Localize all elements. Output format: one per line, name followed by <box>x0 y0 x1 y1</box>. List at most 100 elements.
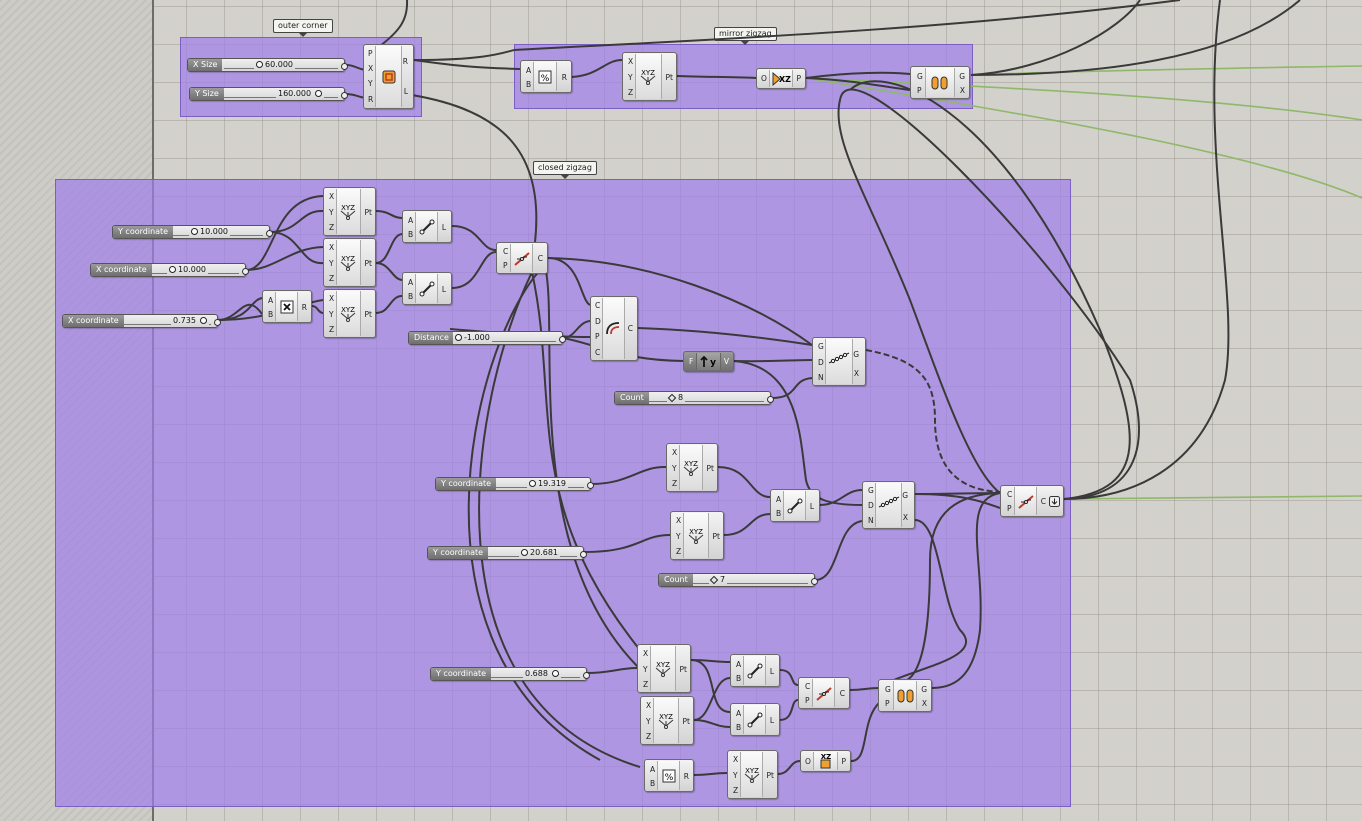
input-port-x[interactable]: X <box>329 192 334 201</box>
input-port-n[interactable]: N <box>818 373 824 382</box>
output-port-pt[interactable]: Pt <box>713 532 720 541</box>
input-port-a[interactable]: A <box>736 709 741 718</box>
count-slider-2[interactable]: Count 7 <box>658 573 818 587</box>
output-port-l[interactable]: L <box>442 285 446 294</box>
input-port-b[interactable]: B <box>736 723 741 732</box>
output-port-r[interactable]: R <box>403 57 408 66</box>
construct-point-component-5[interactable]: X Y Z XYZ Pt <box>670 511 724 560</box>
count-slider-1[interactable]: Count 8 <box>614 391 774 405</box>
input-port-o[interactable]: O <box>761 74 767 83</box>
slider-output-grip[interactable] <box>341 63 348 70</box>
output-port-c[interactable]: C <box>1041 497 1046 506</box>
input-port-x[interactable]: X <box>628 57 633 66</box>
output-port-l[interactable]: L <box>810 502 814 511</box>
input-port-p[interactable]: P <box>885 699 890 708</box>
input-port-c[interactable]: C <box>1007 490 1012 499</box>
input-port-y[interactable]: Y <box>329 208 334 217</box>
input-port-x[interactable]: X <box>676 516 681 525</box>
slider-knob-icon[interactable] <box>551 670 559 677</box>
y-coordinate-slider-2[interactable]: Y coordinate 19.319 <box>435 477 594 491</box>
slider-output-grip[interactable] <box>341 92 348 99</box>
input-port-b[interactable]: B <box>736 674 741 683</box>
input-port-z[interactable]: Z <box>672 479 677 488</box>
input-port-x[interactable]: X <box>329 294 334 303</box>
input-port-z[interactable]: Z <box>646 732 651 741</box>
input-port-b[interactable]: B <box>776 509 781 518</box>
input-port-b[interactable]: B <box>408 292 413 301</box>
line-component-3[interactable]: A B L <box>770 489 820 522</box>
line-component-2[interactable]: A B L <box>402 272 452 305</box>
slider-knob-icon[interactable] <box>191 228 198 235</box>
input-port-b[interactable]: B <box>650 779 655 788</box>
construct-point-component-1[interactable]: X Y Z XYZ Pt <box>323 187 376 236</box>
input-port-z[interactable]: Z <box>628 88 633 97</box>
slider-output-grip[interactable] <box>587 482 594 489</box>
division-component[interactable]: A B % R <box>520 60 572 93</box>
rectangle-component[interactable]: P X Y R R L <box>363 44 414 109</box>
input-port-c2[interactable]: C <box>595 348 600 357</box>
output-port-c[interactable]: C <box>538 254 543 263</box>
input-port-y[interactable]: Y <box>628 73 633 82</box>
input-port-a[interactable]: A <box>650 765 655 774</box>
output-port-l[interactable]: L <box>770 667 774 676</box>
line-component-5[interactable]: A B L <box>730 703 780 736</box>
slider-knob-icon[interactable] <box>315 90 323 97</box>
input-port-y[interactable]: Y <box>368 79 373 88</box>
construct-point-component-7[interactable]: X Y Z XYZ Pt <box>640 696 694 745</box>
output-port-pt[interactable]: Pt <box>365 259 372 268</box>
output-port-v[interactable]: V <box>724 357 729 366</box>
y-size-slider[interactable]: Y Size 160.000 <box>189 87 348 101</box>
y-coordinate-slider-1[interactable]: Y coordinate 10.000 <box>112 225 273 239</box>
input-port-p[interactable]: P <box>917 86 922 95</box>
input-port-g[interactable]: G <box>868 486 874 495</box>
input-port-d[interactable]: D <box>868 501 874 510</box>
output-port-g[interactable]: G <box>902 491 908 500</box>
y-coordinate-slider-3[interactable]: Y coordinate 20.681 <box>427 546 587 560</box>
input-port-y[interactable]: Y <box>646 717 651 726</box>
evaluate-component[interactable]: F y V <box>683 351 734 372</box>
input-port-c[interactable]: C <box>805 682 810 691</box>
slider-output-grip[interactable] <box>811 578 818 585</box>
slider-output-grip[interactable] <box>559 336 566 343</box>
slider-output-grip[interactable] <box>583 672 590 679</box>
slider-knob-icon[interactable] <box>709 575 719 584</box>
input-port-z[interactable]: Z <box>676 547 681 556</box>
output-port-g[interactable]: G <box>853 350 859 359</box>
input-port-a[interactable]: A <box>268 296 273 305</box>
input-port-a[interactable]: A <box>776 495 781 504</box>
input-port-b[interactable]: B <box>408 230 413 239</box>
output-port-pt[interactable]: Pt <box>767 771 774 780</box>
divide-curve-component-2[interactable]: G D N G X <box>862 481 915 529</box>
input-port-y[interactable]: Y <box>676 532 681 541</box>
output-port-l[interactable]: L <box>770 716 774 725</box>
input-port-d[interactable]: D <box>595 317 601 326</box>
input-port-p[interactable]: P <box>1007 504 1012 513</box>
output-port-l[interactable]: L <box>404 87 408 96</box>
input-port-c[interactable]: C <box>595 301 600 310</box>
divide-curve-component-1[interactable]: G D N G X <box>812 337 866 386</box>
input-port-p[interactable]: P <box>595 332 600 341</box>
input-port-x[interactable]: X <box>329 243 334 252</box>
output-port-pt[interactable]: Pt <box>683 717 690 726</box>
output-port-x[interactable]: X <box>922 699 927 708</box>
construct-point-component-3[interactable]: X Y Z XYZ Pt <box>323 289 376 338</box>
input-port-x[interactable]: X <box>646 701 651 710</box>
output-port-p[interactable]: P <box>796 74 801 83</box>
slider-knob-icon[interactable] <box>667 393 677 402</box>
polyline-component-3[interactable]: C P C <box>798 677 850 709</box>
download-arrow-icon[interactable] <box>1049 496 1060 507</box>
output-port-pt[interactable]: Pt <box>365 310 372 319</box>
input-port-a[interactable]: A <box>408 278 413 287</box>
input-port-c[interactable]: C <box>503 247 508 256</box>
x-size-slider[interactable]: X Size 60.000 <box>187 58 348 72</box>
x-coordinate-slider-1[interactable]: X coordinate 10.000 <box>90 263 249 277</box>
output-port-pt[interactable]: Pt <box>365 208 372 217</box>
y-coordinate-slider-4[interactable]: Y coordinate 0.688 <box>430 667 590 681</box>
input-port-b[interactable]: B <box>268 310 273 319</box>
output-port-c[interactable]: C <box>628 324 633 333</box>
input-port-a[interactable]: A <box>736 660 741 669</box>
slider-knob-icon[interactable] <box>256 61 263 68</box>
input-port-d[interactable]: D <box>818 358 824 367</box>
output-port-l[interactable]: L <box>442 223 446 232</box>
output-port-r[interactable]: R <box>302 303 307 312</box>
